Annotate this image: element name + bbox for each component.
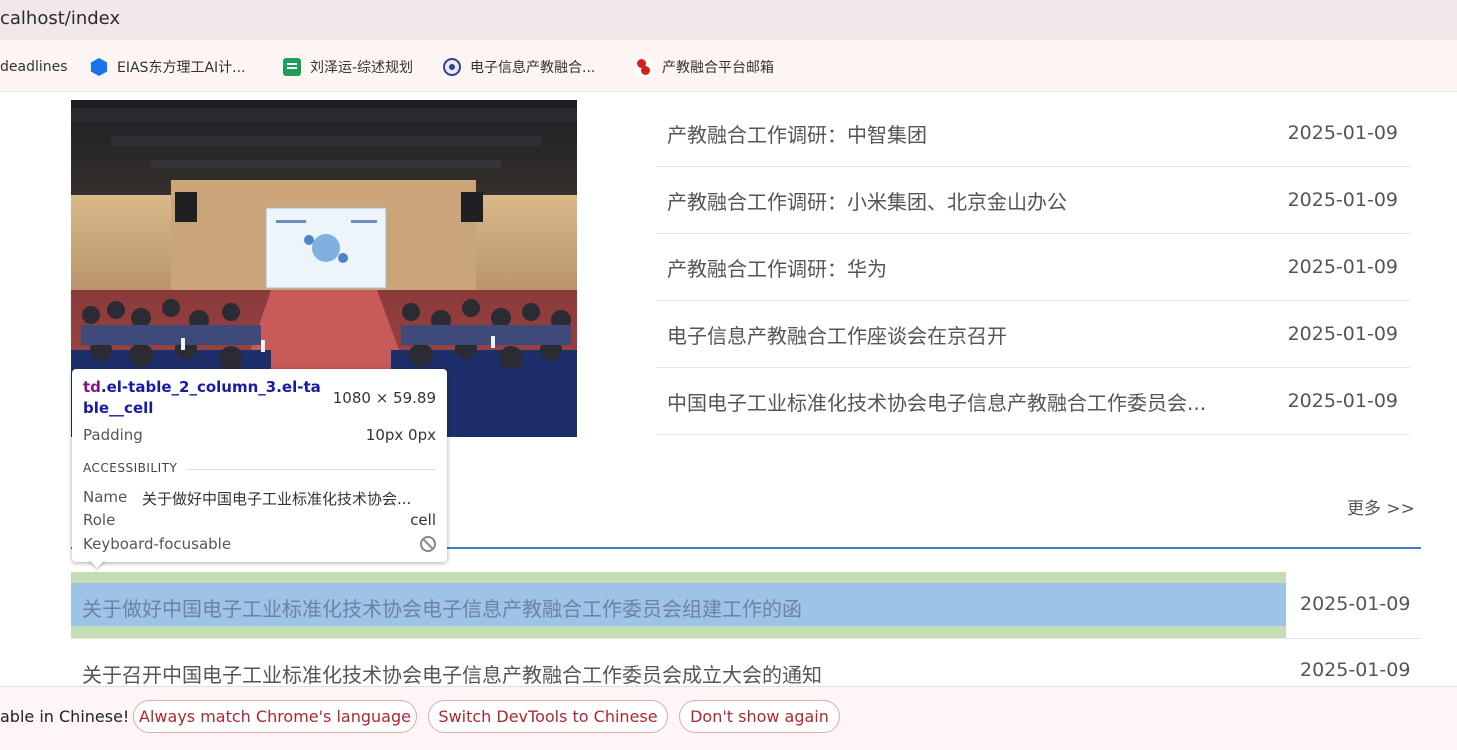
role-value: cell — [410, 511, 436, 529]
tooltip-name-row: Name 关于做好中国电子工业标准化技术协会... — [83, 488, 436, 508]
name-label: Name — [83, 488, 128, 506]
switch-devtools-chinese-button[interactable]: Switch DevTools to Chinese — [428, 700, 668, 733]
padding-label: Padding — [83, 426, 143, 444]
news-date: 2025-01-09 — [1287, 122, 1398, 144]
section-rule — [186, 469, 436, 470]
table-row[interactable]: 关于做好中国电子工业标准化技术协会电子信息产教融合工作委员会组建工作的函 202… — [71, 572, 1421, 639]
notice-date: 2025-01-09 — [1300, 659, 1411, 681]
sheets-icon — [283, 58, 301, 76]
role-label: Role — [83, 511, 116, 529]
bookmark-label: 产教融合平台邮箱 — [662, 60, 774, 76]
news-list: 产教融合工作调研：中智集团 2025-01-09 产教融合工作调研：小米集团、北… — [656, 100, 1410, 435]
selector-tag: td — [83, 378, 101, 396]
infobar-message: able in Chinese! — [0, 707, 130, 726]
mail-icon — [635, 58, 653, 76]
tooltip-arrow — [88, 559, 106, 568]
dont-show-again-button[interactable]: Don't show again — [679, 700, 840, 733]
selector-classes: .el-table_2_column_3.el-table__cell — [83, 378, 321, 417]
url-text[interactable]: calhost/index — [0, 8, 120, 29]
devtools-inspect-tooltip: td.el-table_2_column_3.el-table__cell 10… — [72, 369, 447, 562]
bookmark-label: 刘泽运-综述规划 — [310, 60, 414, 76]
tooltip-focus-row: Keyboard-focusable — [83, 535, 436, 555]
notice-title[interactable]: 关于召开中国电子工业标准化技术协会电子信息产教融合工作委员会成立大会的通知 — [82, 659, 822, 688]
news-item[interactable]: 产教融合工作调研：小米集团、北京金山办公 2025-01-09 — [656, 167, 1410, 234]
not-allowed-icon — [420, 536, 436, 552]
devtools-language-infobar: able in Chinese! Always match Chrome's l… — [0, 686, 1457, 750]
notice-date: 2025-01-09 — [1300, 593, 1411, 615]
bookmark-deadlines[interactable]: deadlines — [0, 57, 68, 77]
news-item[interactable]: 产教融合工作调研：中智集团 2025-01-09 — [656, 100, 1410, 167]
news-item[interactable]: 产教融合工作调研：华为 2025-01-09 — [656, 234, 1410, 301]
news-date: 2025-01-09 — [1287, 189, 1398, 211]
bookmark-label: EIAS东方理工AI计... — [117, 60, 246, 76]
address-bar[interactable]: calhost/index — [0, 0, 1457, 40]
tooltip-padding-row: Padding 10px 0px — [83, 426, 436, 446]
seal-icon — [443, 58, 461, 76]
bookmark-platform-mail[interactable]: 产教融合平台邮箱 — [635, 57, 774, 77]
news-title[interactable]: 产教融合工作调研：中智集团 — [667, 119, 927, 148]
bookmark-label: 电子信息产教融合... — [470, 60, 596, 76]
always-match-language-button[interactable]: Always match Chrome's language — [133, 700, 417, 733]
news-date: 2025-01-09 — [1287, 256, 1398, 278]
news-title[interactable]: 产教融合工作调研：华为 — [667, 253, 887, 282]
tooltip-selector: td.el-table_2_column_3.el-table__cell — [83, 377, 331, 419]
notice-title[interactable]: 关于做好中国电子工业标准化技术协会电子信息产教融合工作委员会组建工作的函 — [82, 593, 802, 622]
name-value: 关于做好中国电子工业标准化技术协会... — [142, 490, 412, 508]
tooltip-role-row: Role cell — [83, 511, 436, 531]
hexagon-icon — [90, 58, 108, 76]
more-link[interactable]: 更多 >> — [1347, 494, 1415, 519]
padding-value: 10px 0px — [365, 426, 436, 444]
news-date: 2025-01-09 — [1287, 323, 1398, 345]
news-title[interactable]: 产教融合工作调研：小米集团、北京金山办公 — [667, 186, 1067, 215]
accessibility-heading: ACCESSIBILITY — [83, 461, 178, 475]
news-item[interactable]: 中国电子工业标准化技术协会电子信息产教融合工作委员会... 2025-01-09 — [656, 368, 1410, 435]
news-date: 2025-01-09 — [1287, 390, 1398, 412]
bookmark-label: deadlines — [0, 59, 68, 75]
bookmarks-bar: deadlines EIAS东方理工AI计... 刘泽运-综述规划 电子信息产教… — [0, 40, 1457, 92]
news-item[interactable]: 电子信息产教融合工作座谈会在京召开 2025-01-09 — [656, 301, 1410, 368]
bookmark-review-plan[interactable]: 刘泽运-综述规划 — [283, 57, 413, 77]
tooltip-size: 1080 × 59.89 — [332, 389, 436, 407]
bookmark-eias[interactable]: EIAS东方理工AI计... — [90, 57, 246, 77]
focus-label: Keyboard-focusable — [83, 535, 232, 553]
news-title[interactable]: 中国电子工业标准化技术协会电子信息产教融合工作委员会... — [667, 387, 1206, 416]
bookmark-industry-edu[interactable]: 电子信息产教融合... — [443, 57, 595, 77]
news-title[interactable]: 电子信息产教融合工作座谈会在京召开 — [667, 320, 1007, 349]
